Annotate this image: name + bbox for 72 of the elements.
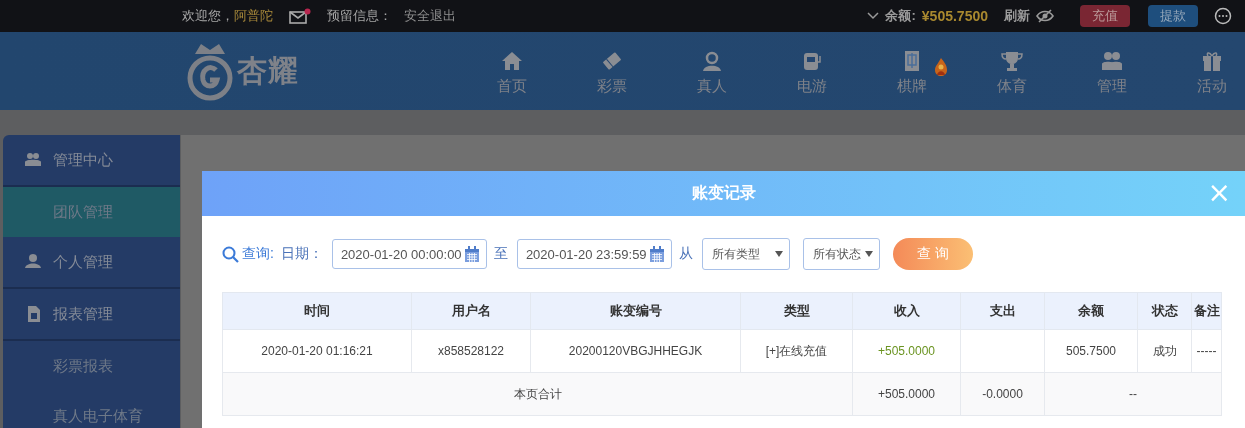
- from-label: 从: [678, 245, 693, 263]
- mail-icon[interactable]: [289, 8, 311, 24]
- sidebar-item[interactable]: 报表管理: [3, 289, 180, 341]
- users-icon: [25, 152, 41, 168]
- chevron-down-icon[interactable]: [867, 12, 880, 20]
- reserved-info-label: 预留信息：: [327, 7, 392, 25]
- nav-item[interactable]: 首页: [462, 46, 562, 96]
- hidden-eye-icon[interactable]: [1036, 9, 1054, 23]
- query-label: 查询:: [242, 245, 274, 263]
- calendar-icon: [648, 245, 665, 263]
- sidebar-subitem[interactable]: 真人电子体育: [3, 391, 180, 428]
- table-cell: x858528122: [411, 329, 531, 373]
- total-balance: --: [1044, 372, 1222, 416]
- home-icon: [501, 50, 523, 72]
- balance-label: 余额:: [885, 7, 916, 25]
- table-cell: [+]在线充值: [740, 329, 853, 373]
- dropdown[interactable]: 所有状态: [802, 238, 880, 270]
- dropdown-arrow-icon: [864, 251, 873, 257]
- total-expense: -0.0000: [960, 372, 1045, 416]
- users-icon: [1101, 50, 1123, 72]
- balance-amount: ¥505.7500: [921, 8, 988, 24]
- date-field[interactable]: 2020-01-20 00:00:00: [331, 239, 487, 269]
- username: 阿普陀: [234, 7, 273, 25]
- document-icon: [25, 306, 41, 322]
- column-header: 备注: [1191, 292, 1222, 330]
- total-income: +505.0000: [852, 372, 961, 416]
- dropdown-arrow-icon: [774, 251, 783, 257]
- withdraw-button[interactable]: 提款: [1148, 5, 1198, 27]
- table-cell: 2020-01-20 01:16:21: [222, 329, 412, 373]
- sidebar-subitem[interactable]: 团队管理: [3, 187, 180, 237]
- column-header: 收入: [852, 292, 961, 330]
- logo-text[interactable]: 杏耀: [237, 50, 299, 92]
- logout-link[interactable]: 安全退出: [404, 7, 456, 25]
- nav-item[interactable]: 彩票: [562, 46, 662, 96]
- welcome-text: 欢迎您，: [182, 7, 234, 25]
- range-separator: 至: [493, 245, 508, 263]
- date-label: 日期：: [280, 245, 323, 263]
- calendar-icon: [463, 245, 480, 263]
- modal-title: 账变记录: [691, 183, 756, 203]
- dropdown[interactable]: 所有类型: [701, 238, 790, 270]
- column-header: 支出: [960, 292, 1045, 330]
- person-icon: [701, 50, 723, 72]
- nav-item[interactable]: 真人: [662, 46, 762, 96]
- column-header: 账变编号: [530, 292, 741, 330]
- search-button[interactable]: 查 询: [892, 238, 973, 270]
- close-button[interactable]: ×: [1207, 179, 1231, 207]
- nav-item[interactable]: 棋牌: [862, 46, 962, 96]
- column-header: 类型: [740, 292, 853, 330]
- sidebar-subitem[interactable]: 彩票报表: [3, 341, 180, 391]
- table-cell: -----: [1191, 329, 1222, 373]
- nav-item[interactable]: 电游: [762, 46, 862, 96]
- gift-icon: [1201, 50, 1223, 72]
- refresh-link[interactable]: 刷新: [1004, 7, 1030, 25]
- table-cell: 20200120VBGJHHEGJK: [530, 329, 741, 373]
- nav-item[interactable]: 活动: [1162, 46, 1245, 96]
- table-cell: 成功: [1137, 329, 1192, 373]
- deposit-button[interactable]: 充值: [1080, 5, 1130, 27]
- table-cell: +505.0000: [852, 329, 961, 373]
- column-header: 用户名: [411, 292, 531, 330]
- column-header: 时间: [222, 292, 412, 330]
- slot-machine-icon: [801, 50, 823, 72]
- trophy-icon: [1001, 50, 1023, 72]
- table-cell: 505.7500: [1044, 329, 1138, 373]
- nav-item[interactable]: 体育: [962, 46, 1062, 96]
- nav-item[interactable]: 管理: [1062, 46, 1162, 96]
- search-icon: [222, 245, 239, 263]
- total-label: 本页合计: [222, 372, 853, 416]
- column-header: 余额: [1044, 292, 1138, 330]
- user-icon: [25, 254, 41, 270]
- column-header: 状态: [1137, 292, 1192, 330]
- date-field[interactable]: 2020-01-20 23:59:59: [516, 239, 672, 269]
- chat-icon[interactable]: [1214, 7, 1232, 25]
